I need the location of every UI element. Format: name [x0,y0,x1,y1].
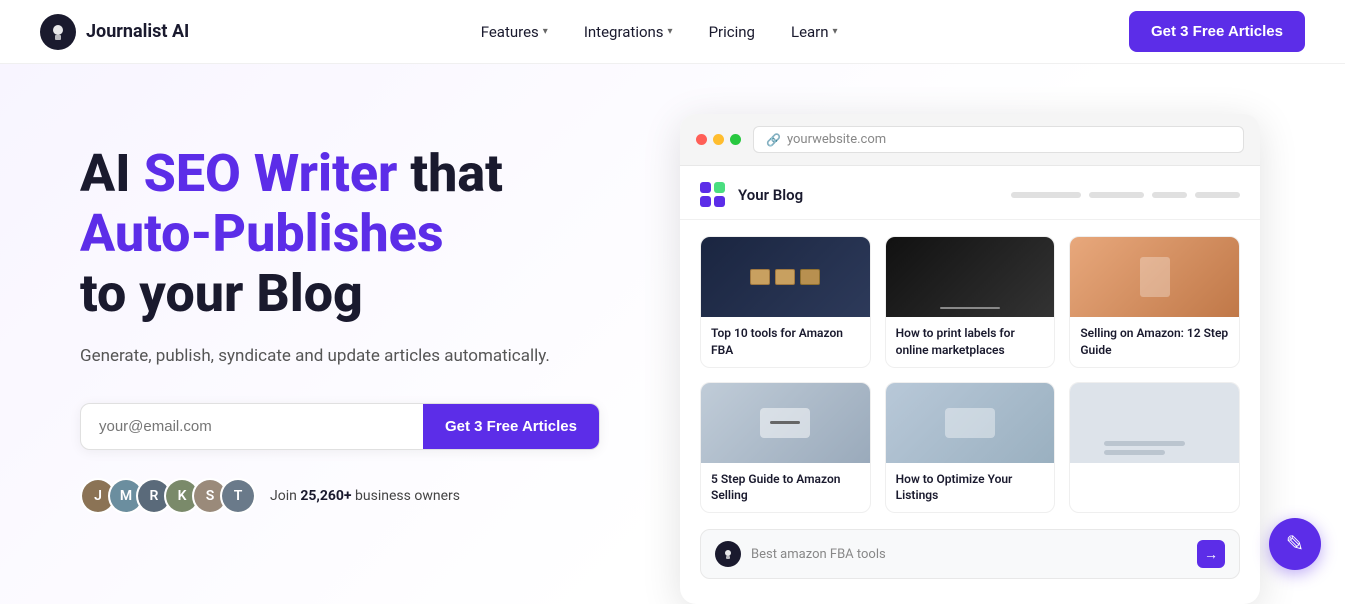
article-thumbnail [701,237,870,317]
proof-text: Join 25,260+ business owners [270,488,460,504]
article-caption: How to Optimize Your Listings [886,463,1055,513]
blog-nav-lines [1011,192,1240,198]
logo[interactable]: Journalist AI [40,14,189,50]
url-bar[interactable]: 🔗 yourwebsite.com [753,126,1244,153]
article-card[interactable]: Top 10 tools for Amazon FBA [700,236,871,368]
browser-bar: 🔗 yourwebsite.com [680,114,1260,166]
article-grid: Top 10 tools for Amazon FBA How to print … [680,220,1260,529]
article-card[interactable] [1069,382,1240,514]
link-icon: 🔗 [766,133,781,147]
ai-chat-icon [715,541,741,567]
article-thumbnail [886,237,1055,317]
logo-icon [40,14,76,50]
chat-bubble-icon: ✎ [1286,532,1304,557]
article-caption: Selling on Amazon: 12 Step Guide [1070,317,1239,367]
hero-section: AI SEO Writer that Auto-Publishes to you… [0,64,1345,604]
nav-features[interactable]: Features ▾ [467,15,562,49]
article-thumbnail [1070,237,1239,317]
blog-title: Your Blog [738,186,803,204]
article-caption: How to print labels for online marketpla… [886,317,1055,367]
social-proof: JMRKST Join 25,260+ business owners [80,478,620,514]
hero-content: AI SEO Writer that Auto-Publishes to you… [80,124,620,514]
article-caption: Top 10 tools for Amazon FBA [701,317,870,367]
minimize-dot [713,134,724,145]
send-arrow-icon: → [1204,546,1218,563]
browser-mockup: 🔗 yourwebsite.com Your Blog [680,114,1305,604]
hero-subtext: Generate, publish, syndicate and update … [80,343,620,370]
email-input[interactable] [81,404,423,449]
chevron-down-icon: ▾ [543,26,548,37]
browser-dots [696,134,741,145]
nav-integrations[interactable]: Integrations ▾ [570,15,687,49]
blog-logo-icon [700,182,726,207]
url-text: yourwebsite.com [787,132,886,147]
chevron-down-icon: ▾ [833,26,838,37]
close-dot [696,134,707,145]
avatar: T [220,478,256,514]
nav-links: Features ▾ Integrations ▾ Pricing Learn … [467,15,852,49]
chat-placeholder-text: Best amazon FBA tools [751,547,1187,562]
article-card[interactable]: How to print labels for online marketpla… [885,236,1056,368]
nav-pricing[interactable]: Pricing [695,15,769,49]
nav-cta-button[interactable]: Get 3 Free Articles [1129,11,1305,52]
blog-header: Your Blog [680,166,1260,220]
maximize-dot [730,134,741,145]
article-thumbnail [701,383,870,463]
article-card[interactable]: Selling on Amazon: 12 Step Guide [1069,236,1240,368]
nav-learn[interactable]: Learn ▾ [777,15,852,49]
email-form: Get 3 Free Articles [80,403,600,450]
avatar-group: JMRKST [80,478,256,514]
article-thumbnail [1070,383,1239,463]
article-caption: 5 Step Guide to Amazon Selling [701,463,870,513]
chat-bar[interactable]: Best amazon FBA tools → [700,529,1240,579]
article-thumbnail [886,383,1055,463]
email-cta-button[interactable]: Get 3 Free Articles [423,404,599,449]
hero-headline: AI SEO Writer that Auto-Publishes to you… [80,144,620,323]
article-card[interactable]: How to Optimize Your Listings [885,382,1056,514]
live-chat-bubble[interactable]: ✎ [1269,518,1321,570]
chat-send-button[interactable]: → [1197,540,1225,568]
browser-window: 🔗 yourwebsite.com Your Blog [680,114,1260,604]
logo-text: Journalist AI [86,21,189,42]
article-card[interactable]: 5 Step Guide to Amazon Selling [700,382,871,514]
navigation: Journalist AI Features ▾ Integrations ▾ … [0,0,1345,64]
chevron-down-icon: ▾ [668,26,673,37]
